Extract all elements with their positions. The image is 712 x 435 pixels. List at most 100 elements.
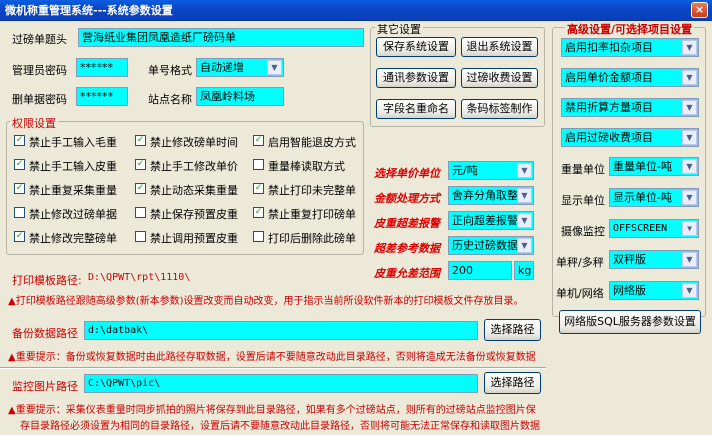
- option-select-2[interactable]: 启用单价金额项目 ▼: [561, 68, 699, 87]
- permission-item-label: 禁止手工输入毛重: [29, 136, 117, 149]
- camera-label: 摄像监控: [561, 225, 605, 238]
- permission-item-label: 禁止修改磅单时间: [150, 136, 238, 149]
- permission-item-label: 禁止动态采集重量: [150, 184, 238, 197]
- permission-item-label: 启用智能退皮方式: [268, 136, 356, 149]
- tare-alarm-value: 正向超差报警: [452, 214, 518, 227]
- checkbox[interactable]: [135, 231, 146, 242]
- chevron-down-icon: ▼: [682, 40, 697, 55]
- chevron-down-icon: ▼: [682, 221, 697, 236]
- permission-item-label: 禁止手工修改单价: [150, 160, 238, 173]
- number-format-label: 单号格式: [148, 64, 192, 77]
- save-settings-button[interactable]: 保存系统设置: [376, 37, 456, 57]
- admin-password-label: 管理员密码: [12, 64, 67, 77]
- print-path-note: ▲打印模板路径跟随高级参数(新本参数)设置改变而自动改变，用于指示当前所设软件新…: [8, 296, 524, 307]
- checkbox[interactable]: ✓: [14, 159, 25, 170]
- amount-method-label: 金额处理方式: [374, 192, 440, 205]
- permission-item-label: 禁止调用预置皮重: [150, 232, 238, 245]
- ref-data-select[interactable]: 历史过磅数据 ▼: [448, 236, 534, 255]
- option-select-1[interactable]: 启用扣率扣杂项目 ▼: [561, 38, 699, 57]
- camera-select[interactable]: OFFSCREEN ▼: [609, 219, 699, 238]
- checkbox[interactable]: [253, 231, 264, 242]
- tare-tolerance-input[interactable]: 200: [448, 261, 512, 280]
- fee-settings-button[interactable]: 过磅收费设置: [461, 68, 538, 88]
- checkbox[interactable]: ✓: [135, 135, 146, 146]
- backup-browse-button[interactable]: 选择路径: [484, 319, 541, 341]
- chevron-down-icon: ▼: [682, 252, 697, 267]
- tare-tolerance-unit: kg: [514, 261, 534, 280]
- monitor-path-input[interactable]: C:\QPWT\pic\: [84, 374, 478, 393]
- divider: [0, 367, 546, 369]
- comm-settings-button[interactable]: 通讯参数设置: [376, 68, 456, 88]
- print-path-value: D:\QPWT\rpt\1110\: [88, 272, 191, 283]
- exit-settings-button[interactable]: 退出系统设置: [461, 37, 538, 57]
- display-unit-select[interactable]: 显示单位-吨 ▼: [609, 188, 699, 207]
- chevron-down-icon: ▼: [682, 190, 697, 205]
- network-mode-value: 网络版: [613, 284, 646, 297]
- weight-unit-select[interactable]: 重量单位-吨 ▼: [609, 157, 699, 176]
- checkbox[interactable]: ✓: [135, 183, 146, 194]
- permission-item-label: 打印后删除此磅单: [268, 232, 356, 245]
- receipt-title-input[interactable]: 营海纸业集团凤凰造纸厂磅码单: [78, 28, 364, 47]
- backup-path-input[interactable]: d:\datbak\: [84, 321, 478, 340]
- checkbox[interactable]: ✓: [14, 231, 25, 242]
- amount-method-select[interactable]: 舍弃分角取整 ▼: [448, 186, 534, 205]
- monitor-note-line1: ▲重要提示：采集仪表重量时同步抓拍的照片将保存到此目录路径，如果有多个过磅站点，…: [8, 405, 536, 416]
- chevron-down-icon: ▼: [682, 100, 697, 115]
- checkbox[interactable]: ✓: [253, 135, 264, 146]
- station-label: 站点名称: [148, 93, 192, 106]
- print-path-label: 打印模板路径:: [12, 274, 82, 287]
- rename-fields-button[interactable]: 字段名重命名: [376, 99, 456, 119]
- chevron-down-icon: ▼: [682, 130, 697, 145]
- checkbox[interactable]: ✓: [14, 183, 25, 194]
- barcode-label-button[interactable]: 条码标签制作: [461, 99, 538, 119]
- option-value-4: 启用过磅收费项目: [565, 131, 653, 144]
- tare-tolerance-label: 皮重允差范围: [374, 267, 440, 280]
- network-mode-select[interactable]: 网络版 ▼: [609, 281, 699, 300]
- delete-password-label: 删单据密码: [12, 93, 67, 106]
- amount-method-value: 舍弃分角取整: [452, 189, 518, 202]
- permission-item-label: 禁止打印未完整单: [268, 184, 356, 197]
- option-value-3: 禁用折算方量项目: [565, 101, 653, 114]
- delete-password-input[interactable]: ******: [76, 87, 128, 106]
- option-select-4[interactable]: 启用过磅收费项目 ▼: [561, 128, 699, 147]
- display-unit-value: 显示单位-吨: [613, 191, 672, 204]
- weight-unit-value: 重量单位-吨: [613, 160, 672, 173]
- checkbox[interactable]: ✓: [253, 207, 264, 218]
- permission-item-label: 禁止修改过磅单据: [29, 208, 117, 221]
- number-format-select[interactable]: 自动递增 ▼: [196, 58, 284, 77]
- camera-value: OFFSCREEN: [613, 223, 668, 234]
- backup-note: ▲重要提示：备份或恢复数据时由此路径存取数据，设置后请不要随意改动此目录路径，否…: [8, 352, 536, 363]
- price-unit-select[interactable]: 元/吨 ▼: [448, 161, 534, 180]
- chevron-down-icon: ▼: [517, 238, 532, 253]
- checkbox[interactable]: [135, 207, 146, 218]
- chevron-down-icon: ▼: [517, 163, 532, 178]
- permission-item-label: 重量棒读取方式: [268, 160, 345, 173]
- checkbox[interactable]: ✓: [253, 183, 264, 194]
- option-value-1: 启用扣率扣杂项目: [565, 41, 653, 54]
- price-unit-value: 元/吨: [452, 164, 478, 177]
- tare-alarm-select[interactable]: 正向超差报警 ▼: [448, 211, 534, 230]
- checkbox[interactable]: ✓: [135, 159, 146, 170]
- scale-mode-value: 双秤版: [613, 253, 646, 266]
- close-icon[interactable]: ×: [691, 2, 708, 18]
- window-title: 微机称重管理系统---系统参数设置: [0, 0, 712, 21]
- sql-server-settings-button[interactable]: 网络版SQL服务器参数设置: [559, 310, 701, 334]
- network-mode-label: 单机/网络: [556, 287, 604, 300]
- chevron-down-icon: ▼: [682, 70, 697, 85]
- chevron-down-icon: ▼: [517, 188, 532, 203]
- option-select-3[interactable]: 禁用折算方量项目 ▼: [561, 98, 699, 117]
- monitor-note-line2: 存目录路径必须设置为相同的目录路径，设置后请不要随意改动此目录路径，否则将可能无…: [20, 421, 540, 432]
- monitor-path-label: 监控图片路径: [12, 380, 78, 393]
- chevron-down-icon: ▼: [267, 60, 282, 75]
- scale-mode-select[interactable]: 双秤版 ▼: [609, 250, 699, 269]
- admin-password-input[interactable]: ******: [76, 58, 128, 77]
- checkbox[interactable]: ✓: [14, 135, 25, 146]
- ref-data-label: 超差参考数据: [374, 242, 440, 255]
- chevron-down-icon: ▼: [517, 213, 532, 228]
- permission-item-label: 禁止重复打印磅单: [268, 208, 356, 221]
- monitor-browse-button[interactable]: 选择路径: [484, 372, 541, 394]
- checkbox[interactable]: [14, 207, 25, 218]
- station-input[interactable]: 凤凰岭料场: [196, 87, 284, 106]
- ref-data-value: 历史过磅数据: [452, 239, 518, 252]
- checkbox[interactable]: [253, 159, 264, 170]
